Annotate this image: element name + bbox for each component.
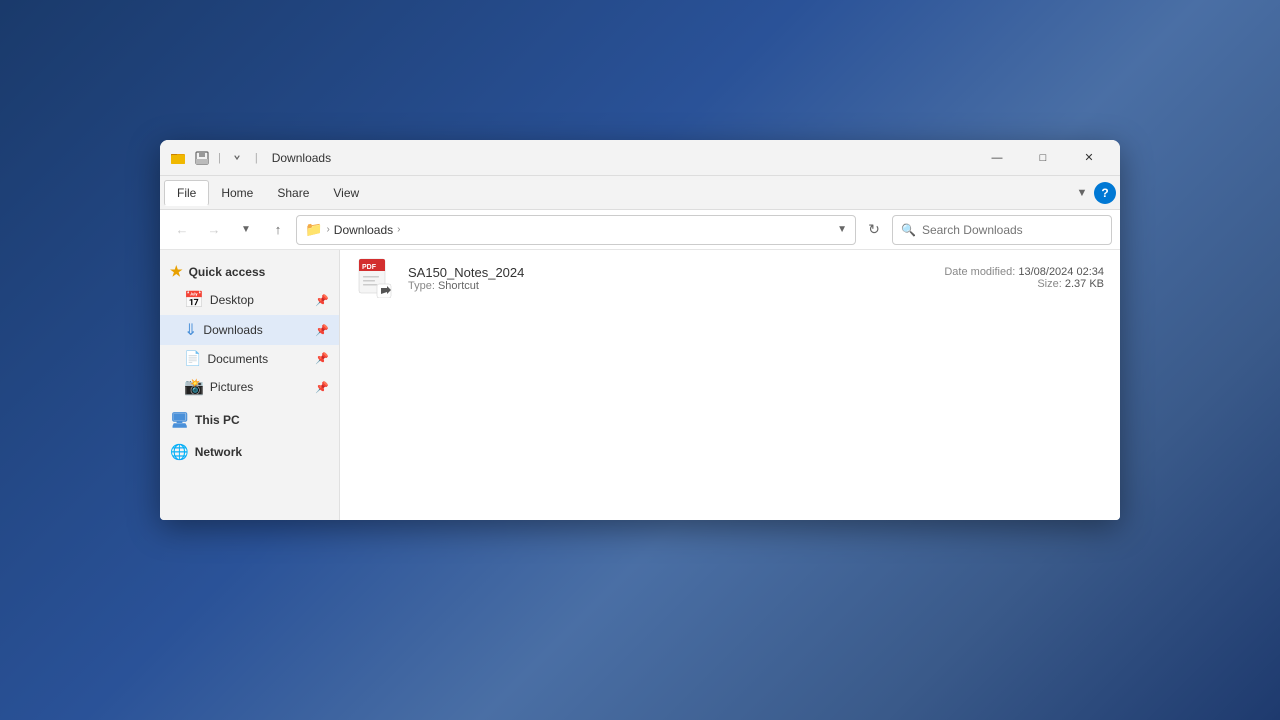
search-input[interactable] xyxy=(922,223,1103,237)
pin-icon-pictures: 📌 xyxy=(315,381,329,394)
table-row[interactable]: PDF SA150_Notes_2024 Type: Shortcut xyxy=(340,250,1120,306)
pictures-icon: 📸 xyxy=(184,377,204,397)
title-bar: | | Downloads — □ ✕ xyxy=(160,140,1120,176)
breadcrumb: 📁 › Downloads › xyxy=(305,221,833,238)
network-header[interactable]: 🌐 Network xyxy=(160,438,339,466)
menu-bar: File Home Share View ▼ ? xyxy=(160,176,1120,210)
breadcrumb-end-chevron: › xyxy=(397,224,400,235)
pdf-shortcut-icon: PDF xyxy=(357,258,395,298)
window-icon xyxy=(168,148,188,168)
breadcrumb-folder-icon: 📁 xyxy=(305,221,322,238)
pin-icon-documents: 📌 xyxy=(315,352,329,365)
up-button[interactable]: ↑ xyxy=(264,216,292,244)
customize-toolbar-btn[interactable] xyxy=(227,148,247,168)
toolbar-separator: | xyxy=(218,152,221,164)
size-label: Size: xyxy=(1037,278,1061,290)
file-meta: Date modified: 13/08/2024 02:34 Size: 2.… xyxy=(944,266,1104,290)
menu-expand-icon[interactable]: ▼ xyxy=(1074,185,1090,201)
size-value: 2.37 KB xyxy=(1065,278,1104,290)
main-content: PDF SA150_Notes_2024 Type: Shortcut xyxy=(340,250,1120,520)
sidebar-network-section: 🌐 Network xyxy=(160,438,339,466)
address-dropdown-button[interactable]: ▼ xyxy=(837,224,847,235)
close-button[interactable]: ✕ xyxy=(1066,142,1112,174)
back-button[interactable]: ← xyxy=(168,216,196,244)
menu-bar-right: ▼ ? xyxy=(1074,182,1116,204)
date-modified-value: 13/08/2024 02:34 xyxy=(1018,266,1104,278)
content-area: ★ Quick access 📅 Desktop 📌 ⇓ Downloads 📌… xyxy=(160,250,1120,520)
pin-icon-downloads: 📌 xyxy=(315,324,329,337)
title-separator: | xyxy=(255,152,258,164)
date-modified-label: Date modified: xyxy=(944,266,1015,278)
network-icon: 🌐 xyxy=(170,443,189,461)
address-bar[interactable]: 📁 › Downloads › ▼ xyxy=(296,215,856,245)
sidebar: ★ Quick access 📅 Desktop 📌 ⇓ Downloads 📌… xyxy=(160,250,340,520)
maximize-button[interactable]: □ xyxy=(1020,142,1066,174)
documents-icon: 📄 xyxy=(184,350,201,367)
file-name: SA150_Notes_2024 xyxy=(408,265,932,280)
network-label: Network xyxy=(195,445,242,459)
breadcrumb-chevron: › xyxy=(326,224,329,235)
file-type: Type: Shortcut xyxy=(408,280,932,292)
sidebar-item-downloads[interactable]: ⇓ Downloads 📌 xyxy=(160,315,339,345)
file-icon-wrapper: PDF xyxy=(356,258,396,298)
menu-home[interactable]: Home xyxy=(209,181,265,205)
minimize-button[interactable]: — xyxy=(974,142,1020,174)
quick-access-toolbar-save[interactable] xyxy=(192,148,212,168)
quick-access-label: Quick access xyxy=(189,265,266,279)
this-pc-label: This PC xyxy=(195,413,240,427)
quick-access-header[interactable]: ★ Quick access xyxy=(160,258,339,285)
window-controls: — □ ✕ xyxy=(974,142,1112,174)
help-button[interactable]: ? xyxy=(1094,182,1116,204)
sidebar-item-desktop[interactable]: 📅 Desktop 📌 xyxy=(160,285,339,315)
sidebar-item-pictures[interactable]: 📸 Pictures 📌 xyxy=(160,372,339,402)
downloads-icon: ⇓ xyxy=(184,320,197,340)
forward-button[interactable]: → xyxy=(200,216,228,244)
date-modified-row: Date modified: 13/08/2024 02:34 xyxy=(944,266,1104,278)
nav-bar: ← → ▼ ↑ 📁 › Downloads › ▼ ↻ 🔍 xyxy=(160,210,1120,250)
file-info: SA150_Notes_2024 Type: Shortcut xyxy=(408,265,932,292)
svg-text:PDF: PDF xyxy=(362,264,377,271)
size-row: Size: 2.37 KB xyxy=(944,278,1104,290)
type-label: Type: xyxy=(408,280,435,292)
pin-icon-desktop: 📌 xyxy=(315,294,329,307)
search-icon: 🔍 xyxy=(901,223,916,237)
this-pc-header[interactable]: 🖥 This PC xyxy=(160,406,339,434)
refresh-button[interactable]: ↻ xyxy=(860,216,888,244)
menu-file[interactable]: File xyxy=(164,180,209,206)
sidebar-quick-access-section: ★ Quick access 📅 Desktop 📌 ⇓ Downloads 📌… xyxy=(160,258,339,402)
sidebar-item-documents-label: Documents xyxy=(207,352,268,366)
search-box[interactable]: 🔍 xyxy=(892,215,1112,245)
breadcrumb-downloads: Downloads xyxy=(334,223,393,237)
title-bar-left: | | Downloads xyxy=(168,148,974,168)
type-value: Shortcut xyxy=(438,280,479,292)
star-icon: ★ xyxy=(170,263,183,280)
sidebar-item-pictures-label: Pictures xyxy=(210,380,253,394)
sidebar-item-downloads-label: Downloads xyxy=(203,323,262,337)
recent-locations-button[interactable]: ▼ xyxy=(232,216,260,244)
file-explorer-window: | | Downloads — □ ✕ File Home Share View… xyxy=(160,140,1120,520)
window-title: Downloads xyxy=(272,151,331,165)
menu-view[interactable]: View xyxy=(321,181,371,205)
menu-share[interactable]: Share xyxy=(265,181,321,205)
desktop-folder-icon: 📅 xyxy=(184,290,204,310)
sidebar-this-pc-section: 🖥 This PC xyxy=(160,406,339,434)
sidebar-item-desktop-label: Desktop xyxy=(210,293,254,307)
this-pc-icon: 🖥 xyxy=(170,411,189,429)
sidebar-item-documents[interactable]: 📄 Documents 📌 xyxy=(160,345,339,372)
